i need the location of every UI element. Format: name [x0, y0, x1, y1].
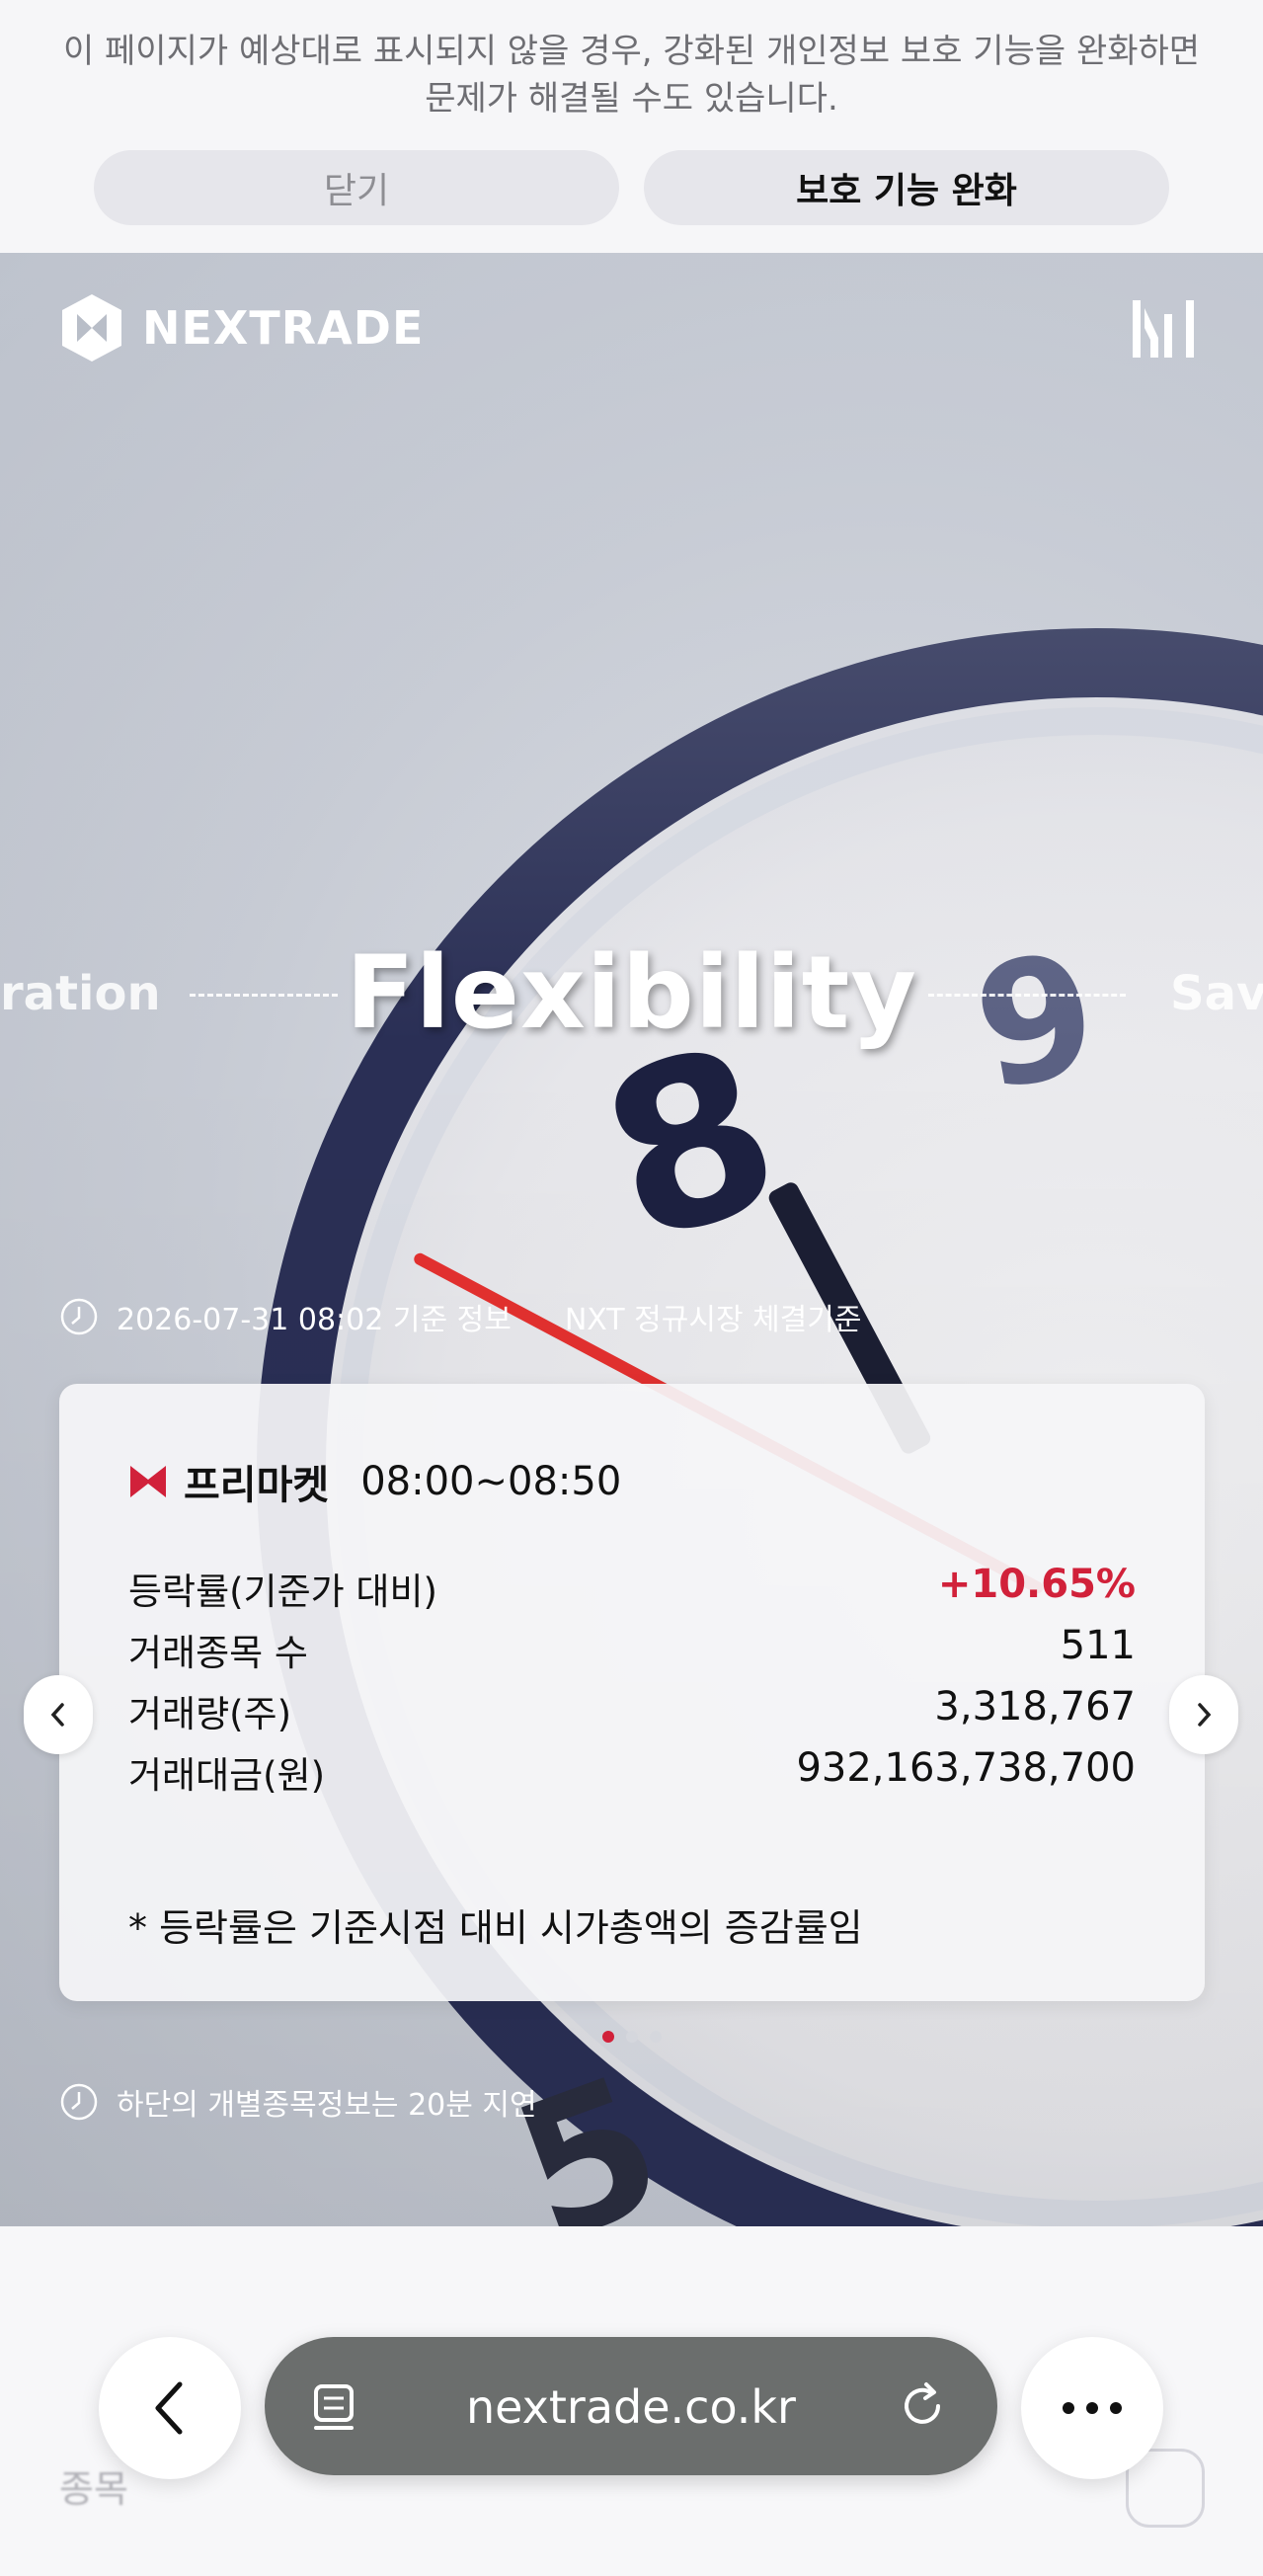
- section-label: 종목: [59, 2467, 128, 2511]
- pagination-dot-1[interactable]: [601, 2031, 614, 2043]
- slogan-next: Sav: [1170, 966, 1263, 1021]
- close-button[interactable]: 닫기: [94, 150, 619, 225]
- address-bar[interactable]: nextrade.co.kr: [265, 2337, 997, 2475]
- session-header: 프리마켓 08:00~08:50: [128, 1453, 621, 1510]
- browser-back-button[interactable]: [99, 2337, 241, 2479]
- carousel-prev-button[interactable]: [24, 1675, 93, 1754]
- relax-protection-button[interactable]: 보호 기능 완화: [644, 150, 1169, 225]
- market-summary-card: 프리마켓 08:00~08:50 등락률(기준가 대비) +10.65% 거래종…: [59, 1384, 1205, 2001]
- card-footnote: * 등락률은 기준시점 대비 시가총액의 증감률임: [128, 1906, 863, 1950]
- stat-row: 거래대금(원) 932,163,738,700: [128, 1745, 1136, 1799]
- bowtie-icon: [130, 1466, 166, 1497]
- chevron-left-icon: [155, 2381, 183, 2435]
- nextrade-logo-icon: [62, 294, 121, 362]
- logo-text: NEXTRADE: [142, 301, 425, 355]
- privacy-banner: 이 페이지가 예상대로 표시되지 않을 경우, 강화된 개인정보 보호 기능을 …: [0, 0, 1263, 253]
- delay-info: 하단의 개별종목정보는 20분 지연: [59, 2080, 537, 2124]
- hero-section: 9 8 5 NEXTRADE ration Flexibility Sav 20…: [0, 253, 1263, 2226]
- carousel-pagination: [0, 2031, 1263, 2043]
- pagination-dot-2[interactable]: [625, 2031, 638, 2043]
- carousel-next-button[interactable]: [1169, 1675, 1238, 1754]
- stat-row: 거래량(주) 3,318,767: [128, 1684, 1136, 1737]
- stat-label: 거래대금(원): [128, 1754, 326, 1797]
- stat-row: 거래종목 수 511: [128, 1623, 1136, 1676]
- chevron-right-icon: [1198, 1703, 1212, 1727]
- nextrade-logo[interactable]: NEXTRADE: [59, 292, 424, 363]
- more-icon: [1063, 2402, 1122, 2414]
- stat-row: 등락률(기준가 대비) +10.65%: [128, 1562, 1136, 1615]
- chevron-left-icon: [50, 1703, 64, 1727]
- stat-label: 거래량(주): [128, 1693, 292, 1735]
- delay-note: 하단의 개별종목정보는 20분 지연: [117, 2088, 537, 2123]
- stat-value: +10.65%: [937, 1562, 1136, 1607]
- stat-value: 932,163,738,700: [796, 1745, 1136, 1791]
- clock-icon: [60, 2083, 98, 2121]
- pagination-dot-3[interactable]: [649, 2031, 662, 2043]
- clock-icon: [60, 1298, 98, 1335]
- market-basis: NXT 정규시장 체결기준: [564, 1303, 862, 1337]
- as-of-info: 2026-07-31 08:02 기준 정보 NXT 정규시장 체결기준: [59, 1295, 861, 1338]
- stat-value: 3,318,767: [934, 1684, 1136, 1730]
- more-options-button[interactable]: [1021, 2337, 1163, 2479]
- privacy-message: 이 페이지가 예상대로 표시되지 않을 경우, 강화된 개인정보 보호 기능을 …: [62, 32, 1201, 119]
- menu-icon[interactable]: [1131, 298, 1196, 360]
- session-name: 프리마켓: [184, 1463, 330, 1508]
- stat-label: 등락률(기준가 대비): [128, 1570, 437, 1613]
- stat-value: 511: [1060, 1623, 1136, 1668]
- session-time: 08:00~08:50: [360, 1459, 622, 1504]
- as-of-timestamp: 2026-07-31 08:02 기준 정보: [117, 1303, 512, 1337]
- reload-icon[interactable]: [893, 2376, 952, 2436]
- stat-label: 거래종목 수: [128, 1632, 308, 1674]
- url-text: nextrade.co.kr: [466, 2380, 796, 2434]
